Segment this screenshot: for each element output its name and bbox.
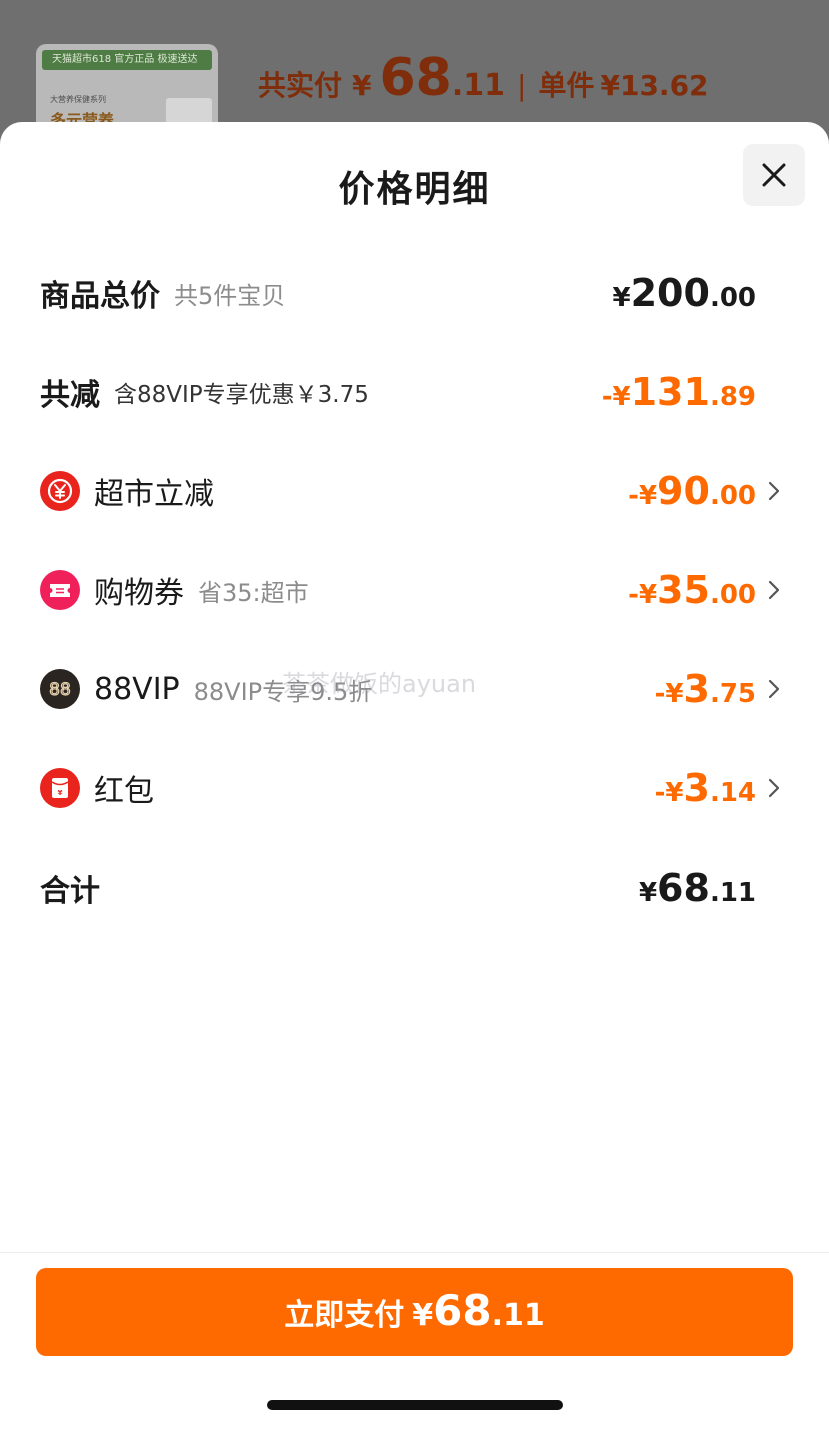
row-label: 88VIP bbox=[94, 671, 180, 707]
row-label: 超市立减 bbox=[94, 477, 214, 512]
row-sub-label: 共5件宝贝 bbox=[174, 281, 286, 310]
pay-button-integer: 68 bbox=[433, 1286, 492, 1335]
total-paid-decimal: .11 bbox=[451, 68, 506, 103]
amount-decimal: .00 bbox=[709, 580, 756, 610]
svg-text:¥: ¥ bbox=[58, 789, 63, 797]
row-red-envelope[interactable]: ¥ 红包 -¥ 3 .14 bbox=[40, 758, 790, 818]
amount-integer: 131 bbox=[630, 370, 710, 414]
total-paid-integer: 68 bbox=[379, 48, 452, 108]
row-goods-total: 商品总价 共5件宝贝 ¥ 200 .00 bbox=[40, 263, 790, 323]
row-amount: -¥ 3 .75 bbox=[655, 667, 756, 711]
watermark: 茶茶做饭的ayuan bbox=[282, 670, 477, 698]
row-sub-label: 含88VIP专享优惠￥3.75 bbox=[114, 382, 369, 408]
row-amount: -¥ 90 .00 bbox=[628, 469, 756, 513]
row-amount: -¥ 3 .14 bbox=[655, 766, 756, 810]
red-envelope-icon: ¥ bbox=[40, 768, 80, 808]
close-icon bbox=[762, 163, 786, 187]
amount-prefix: ¥ bbox=[612, 283, 631, 313]
chevron-right-icon bbox=[768, 481, 780, 501]
amount-integer: 200 bbox=[630, 271, 710, 315]
yuan-coin-icon bbox=[40, 471, 80, 511]
chevron-right-icon bbox=[768, 679, 780, 699]
svg-text:88: 88 bbox=[49, 680, 71, 700]
amount-prefix: -¥ bbox=[628, 580, 658, 610]
close-button[interactable] bbox=[743, 144, 805, 206]
row-label: 购物券 bbox=[94, 576, 184, 611]
product-sub-text: 大营养保健系列 bbox=[50, 95, 106, 104]
amount-integer: 90 bbox=[657, 469, 710, 513]
row-label: 共减 bbox=[40, 378, 100, 413]
row-label: 商品总价 bbox=[40, 279, 160, 314]
row-sub-label: 省35:超市 bbox=[198, 578, 309, 607]
amount-integer: 3 bbox=[683, 766, 710, 810]
row-shopping-coupon[interactable]: 购物券 省35:超市 -¥ 35 .00 bbox=[40, 560, 790, 620]
price-detail-sheet: 价格明细 商品总价 共5件宝贝 ¥ 200 .00 共减 含88VIP专享优惠￥… bbox=[0, 122, 829, 1429]
amount-decimal: .00 bbox=[709, 283, 756, 313]
vip88-icon: 88 bbox=[40, 669, 80, 709]
amount-prefix: -¥ bbox=[654, 778, 684, 808]
unit-price-value: ¥13.62 bbox=[600, 69, 709, 102]
unit-price-label: 单件 bbox=[538, 69, 595, 102]
background-price: 共实付 ¥ 68 .11 | 单件 ¥13.62 bbox=[258, 48, 709, 108]
amount-integer: 3 bbox=[683, 667, 710, 711]
ticket-icon bbox=[40, 570, 80, 610]
amount-prefix: -¥ bbox=[628, 481, 658, 511]
total-paid-currency: ¥ bbox=[352, 69, 372, 102]
price-separator: | bbox=[517, 69, 527, 102]
amount-decimal: .14 bbox=[709, 778, 756, 808]
pay-button-currency: ¥ bbox=[412, 1298, 434, 1333]
row-amount: -¥ 35 .00 bbox=[628, 568, 756, 612]
amount-prefix: ¥ bbox=[638, 878, 658, 908]
row-total-discount: 共减 含88VIP专享优惠￥3.75 -¥ 131 .89 bbox=[40, 362, 790, 422]
amount-integer: 35 bbox=[657, 568, 710, 612]
sheet-title: 价格明细 bbox=[338, 169, 491, 210]
page: 天猫超市618 官方正品 极速送达 大营养保健系列 多元营养 共实付 ¥ 68 … bbox=[0, 0, 829, 1429]
amount-decimal: .75 bbox=[709, 679, 756, 709]
row-amount: -¥ 131 .89 bbox=[602, 370, 756, 414]
row-amount: ¥ 68 .11 bbox=[639, 866, 756, 910]
pay-now-button[interactable]: 立即支付 ¥ 68 .11 bbox=[36, 1268, 793, 1356]
pay-button-decimal: .11 bbox=[491, 1298, 545, 1333]
amount-integer: 68 bbox=[657, 866, 710, 910]
amount-prefix: -¥ bbox=[601, 382, 631, 412]
row-label: 合计 bbox=[40, 874, 100, 909]
amount-decimal: .00 bbox=[709, 481, 756, 511]
amount-decimal: .11 bbox=[709, 878, 756, 908]
pay-button-label: 立即支付 bbox=[284, 1298, 405, 1333]
row-amount: ¥ 200 .00 bbox=[613, 271, 756, 315]
product-banner: 天猫超市618 官方正品 极速送达 bbox=[42, 50, 212, 70]
amount-decimal: .89 bbox=[709, 382, 756, 412]
total-paid-label: 共实付 bbox=[258, 69, 343, 102]
row-grand-total: 合计 ¥ 68 .11 bbox=[40, 858, 790, 918]
bottom-divider bbox=[0, 1252, 829, 1253]
amount-prefix: -¥ bbox=[654, 679, 684, 709]
home-indicator[interactable] bbox=[267, 1400, 563, 1410]
chevron-right-icon bbox=[768, 580, 780, 600]
chevron-right-icon bbox=[768, 778, 780, 798]
row-supermarket-discount[interactable]: 超市立减 -¥ 90 .00 bbox=[40, 461, 790, 521]
row-label: 红包 bbox=[94, 774, 154, 809]
